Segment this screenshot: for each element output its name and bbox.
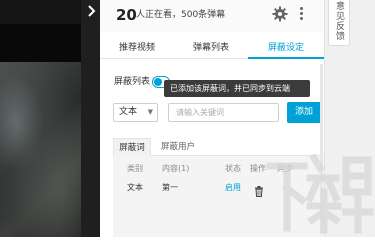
block-type-value: 文本 (119, 107, 138, 117)
feedback-button[interactable]: 意见反馈 (328, 0, 350, 46)
chevron-down-icon: ▼ (147, 108, 153, 116)
collapse-panel-strip[interactable] (81, 0, 100, 237)
toggle-knob (154, 78, 162, 86)
gear-icon[interactable] (272, 6, 288, 22)
block-type-select[interactable]: 文本 ▼ (113, 103, 158, 122)
watermark-logo (262, 136, 375, 237)
online-summary: 人正在看，500条弹幕 (136, 10, 226, 20)
video-frame (0, 62, 81, 237)
sub-tab-keywords[interactable]: 屏蔽词 (113, 138, 151, 156)
tab-recommended-videos[interactable]: 推荐视频 (100, 37, 174, 59)
column-header-type: 类别 (127, 164, 143, 173)
block-list-label: 屏蔽列表 (114, 77, 151, 87)
row-status-toggle[interactable]: 启用 (225, 183, 241, 193)
add-button[interactable]: 添加 (287, 102, 321, 123)
video-player[interactable] (0, 0, 81, 237)
chevron-right-icon[interactable] (85, 4, 97, 18)
online-count: 20 (116, 6, 137, 24)
tab-block-settings[interactable]: 屏蔽设定 (248, 37, 324, 59)
panel-tabs: 推荐视频 弹幕列表 屏蔽设定 (100, 37, 324, 59)
tab-danmaku-list[interactable]: 弹幕列表 (174, 37, 248, 59)
keyword-input[interactable] (168, 103, 279, 122)
column-header-content: 内容(1) (162, 164, 190, 173)
sub-tab-users[interactable]: 屏蔽用户 (155, 138, 201, 156)
column-header-status: 状态 (225, 164, 241, 173)
panel-header: 20 人正在看，500条弹幕 (100, 0, 324, 32)
sync-tooltip: 已添加该屏蔽词，并已同步到云端 (164, 80, 310, 97)
more-vertical-icon[interactable] (298, 6, 304, 24)
video-topbar (0, 0, 81, 24)
row-content: 第一 (162, 183, 178, 192)
row-type: 文本 (127, 183, 143, 192)
